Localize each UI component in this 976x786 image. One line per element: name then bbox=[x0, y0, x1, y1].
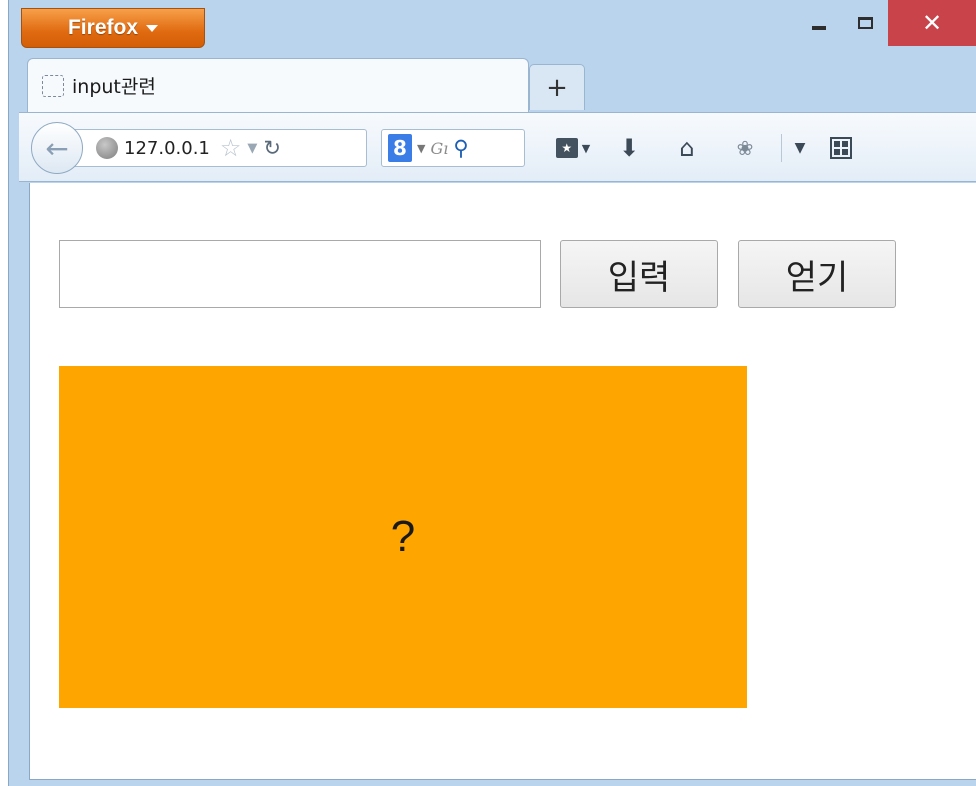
maximize-button[interactable] bbox=[842, 0, 888, 46]
download-arrow-icon: ⬇ bbox=[618, 134, 640, 162]
downloads-button[interactable]: ⬇ bbox=[599, 131, 659, 165]
panel-button[interactable] bbox=[812, 131, 870, 165]
addon-dropdown-button[interactable]: ▼ bbox=[788, 131, 812, 165]
bookmarks-menu-icon: ★ bbox=[555, 138, 578, 158]
back-arrow-icon: ← bbox=[45, 131, 69, 165]
url-text: 127.0.0.1 bbox=[124, 137, 210, 159]
reload-icon[interactable]: ↻ bbox=[263, 136, 281, 160]
addon-button[interactable]: ❀ bbox=[715, 131, 775, 165]
home-icon: ⌂ bbox=[679, 134, 695, 162]
page-content: 입력 얻기 ? bbox=[29, 183, 976, 780]
firefox-menu-button[interactable]: Firefox bbox=[21, 8, 205, 48]
get-button[interactable]: 얻기 bbox=[738, 240, 896, 308]
close-button[interactable]: ✕ bbox=[888, 0, 976, 46]
favicon-icon bbox=[42, 74, 64, 97]
panel-icon bbox=[830, 137, 852, 159]
toolbar-separator bbox=[781, 134, 782, 162]
title-bar: Firefox ✕ bbox=[9, 0, 976, 56]
tab-active[interactable]: input관련 bbox=[27, 58, 529, 112]
search-engine-dropdown-icon[interactable]: ▼ bbox=[417, 142, 425, 155]
input-button[interactable]: 입력 bbox=[560, 240, 718, 308]
addon-icon: ❀ bbox=[736, 136, 754, 160]
minimize-button[interactable] bbox=[796, 0, 842, 46]
navigation-toolbar: ← 127.0.0.1 ☆ ▼ ↻ 8 ▼ Gı ⚲ ★ ▼ ⬇ ⌂ ❀ ▼ bbox=[19, 112, 976, 182]
text-input[interactable] bbox=[59, 240, 541, 308]
history-dropdown-icon[interactable]: ▼ bbox=[247, 141, 257, 156]
home-button[interactable]: ⌂ bbox=[659, 131, 715, 165]
globe-icon bbox=[96, 137, 118, 159]
tab-title: input관련 bbox=[72, 76, 156, 98]
dropdown-arrow-icon bbox=[146, 24, 158, 32]
chevron-down-icon: ▼ bbox=[794, 140, 806, 156]
display-box: ? bbox=[59, 366, 747, 708]
bookmark-star-icon[interactable]: ☆ bbox=[220, 134, 242, 162]
browser-window: Firefox ✕ input관련 + ← 127.0.0.1 ☆ ▼ ↻ 8 … bbox=[8, 0, 976, 786]
search-bar[interactable]: 8 ▼ Gı ⚲ bbox=[381, 129, 525, 167]
search-input[interactable]: Gı bbox=[430, 139, 448, 158]
close-icon: ✕ bbox=[921, 9, 943, 37]
new-tab-button[interactable]: + bbox=[529, 64, 585, 110]
plus-icon: + bbox=[546, 72, 568, 103]
display-text: ? bbox=[390, 512, 416, 561]
bookmarks-button[interactable]: ★ ▼ bbox=[547, 131, 599, 165]
window-controls: ✕ bbox=[796, 0, 976, 46]
url-bar[interactable]: 127.0.0.1 ☆ ▼ ↻ bbox=[69, 129, 367, 167]
minimize-icon bbox=[812, 26, 826, 30]
search-engine-icon[interactable]: 8 bbox=[388, 134, 412, 162]
toolbar-icons: ★ ▼ ⬇ ⌂ ❀ ▼ bbox=[547, 131, 870, 165]
back-button[interactable]: ← bbox=[31, 122, 83, 174]
firefox-menu-label: Firefox bbox=[67, 16, 138, 39]
magnifier-icon[interactable]: ⚲ bbox=[453, 136, 468, 160]
maximize-icon bbox=[857, 17, 873, 29]
bookmarks-dropdown-icon: ▼ bbox=[581, 141, 591, 155]
